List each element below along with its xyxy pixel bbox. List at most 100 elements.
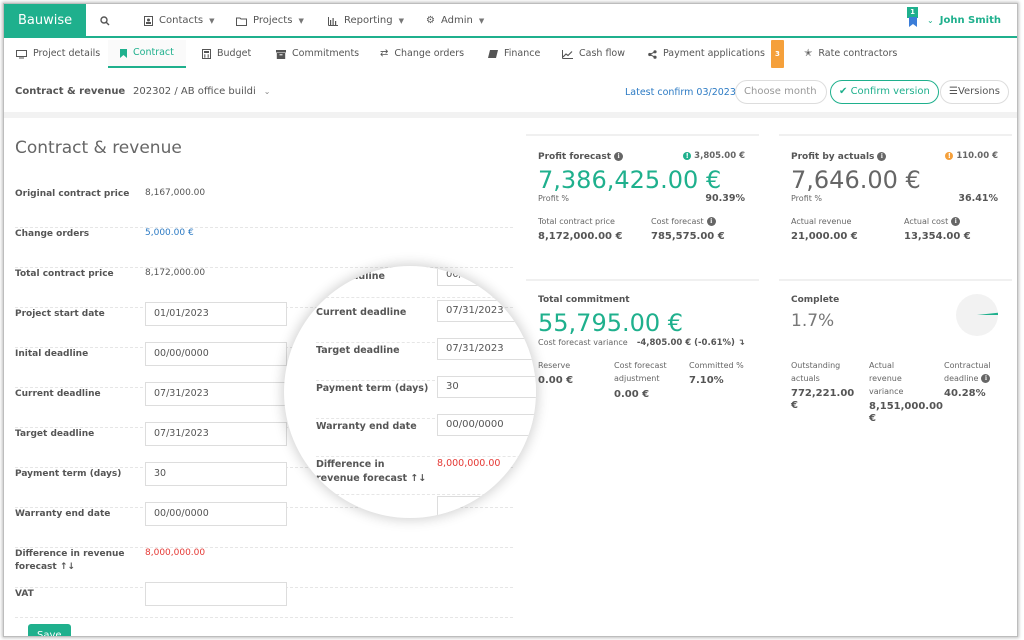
- field-label: Total contract price: [15, 269, 114, 279]
- lens-row-warranty-end-date: Warranty end date 00/00/0000: [316, 414, 536, 457]
- lens-row-initial-deadline: adline 00/00/0000: [316, 266, 536, 298]
- profit-pct-label: Profit %: [791, 194, 823, 203]
- info-icon[interactable]: i: [877, 152, 887, 161]
- nav-projects-label: Projects: [253, 15, 293, 26]
- confirm-version-button[interactable]: ✔ Confirm version: [830, 80, 939, 104]
- caret-down-icon: ▼: [478, 17, 485, 25]
- current-deadline-input[interactable]: 07/31/2023: [145, 382, 287, 406]
- profit-pct-label: Profit %: [538, 194, 570, 203]
- field-label: VAT: [15, 589, 34, 599]
- calculator-icon: [202, 49, 211, 59]
- tab-project-details[interactable]: Project details: [4, 40, 112, 68]
- outstanding-actuals-label: Outstanding actuals: [791, 361, 841, 383]
- section-title: Contract & revenue: [15, 86, 126, 97]
- profit-pct-value: 90.39%: [705, 193, 745, 204]
- nav-reporting[interactable]: Reporting ▼: [328, 4, 404, 38]
- tab-commitments[interactable]: Commitments: [264, 40, 371, 68]
- profit-pct-value: 36.41%: [958, 193, 998, 204]
- tab-rate-contractors[interactable]: ✭ Rate contractors: [792, 40, 909, 68]
- notifications-button[interactable]: 1: [907, 7, 918, 27]
- actual-cost-label: Actual cost i: [904, 215, 961, 228]
- cost-forecast-variance-label: Cost forecast variance: [538, 338, 628, 347]
- actual-revenue-label: Actual revenue: [791, 217, 852, 226]
- field-label: Project start date: [15, 309, 105, 319]
- tab-budget[interactable]: Budget: [190, 40, 263, 68]
- row-change-orders: Change orders 5,000.00 €: [15, 228, 513, 268]
- share-icon: [648, 49, 657, 59]
- brand-logo[interactable]: Bauwise: [4, 4, 86, 38]
- info-icon[interactable]: i: [981, 374, 991, 383]
- user-menu[interactable]: ⌄ John Smith: [927, 4, 1001, 38]
- vat-input[interactable]: [145, 582, 287, 606]
- profit-forecast-label: Profit forecast i: [538, 152, 624, 162]
- cost-forecast-adjustment-label: Cost forecast adjustment: [614, 361, 667, 383]
- versions-button[interactable]: ☰Versions: [940, 80, 1009, 104]
- nav-contacts[interactable]: Contacts ▼: [144, 4, 215, 38]
- gear-icon: ⚙: [426, 15, 435, 26]
- save-button[interactable]: Save: [28, 624, 71, 636]
- tab-cash-flow[interactable]: Cash flow: [550, 40, 637, 68]
- warranty-end-date-input[interactable]: 00/00/0000: [145, 502, 287, 526]
- choose-month-input[interactable]: Choose month: [735, 80, 827, 104]
- field-label: Current deadline: [15, 389, 101, 399]
- initial-deadline-input[interactable]: 00/00/0000: [145, 342, 287, 366]
- project-selector-value: 202302 / AB office buildi: [133, 86, 256, 97]
- tab-finance[interactable]: Finance: [476, 40, 552, 68]
- caret-down-icon: ▼: [209, 17, 215, 25]
- actual-revenue-value: 21,000.00 €: [791, 231, 858, 242]
- difference-revenue-forecast-value: 8,000,000.00: [145, 548, 206, 558]
- bar-chart-icon: [328, 16, 338, 26]
- tab-change-orders[interactable]: ⇄ Change orders: [368, 40, 476, 68]
- versions-label: Versions: [957, 86, 1000, 97]
- committed-pct-label: Committed %: [689, 361, 744, 370]
- profit-forecast-alert[interactable]: ! 3,805.00 €: [683, 150, 745, 163]
- project-start-date-input[interactable]: 01/01/2023: [145, 302, 287, 326]
- tab-label: Contract: [133, 47, 174, 58]
- profit-actuals-alert[interactable]: ! 110.00 €: [945, 150, 998, 163]
- project-tabs: Project details Contract Budget Commitme…: [4, 40, 1017, 68]
- confirm-version-label: Confirm version: [850, 86, 930, 97]
- nav-admin[interactable]: ⚙ Admin ▼: [426, 4, 484, 38]
- folder-icon: [236, 17, 247, 26]
- tab-payment-applications[interactable]: Payment applications 3: [636, 40, 796, 68]
- notification-count: 1: [907, 7, 918, 18]
- payment-term-input[interactable]: 30: [145, 462, 287, 486]
- reserve-label: Reserve: [538, 361, 571, 370]
- cost-forecast-variance-value: -4,805.00 € (-0.61%) ↴: [636, 338, 745, 348]
- check-icon: ✔: [839, 86, 848, 97]
- alert-value: 3,805.00 €: [694, 151, 745, 161]
- page-title: Contract & revenue: [15, 138, 182, 158]
- nav-reporting-label: Reporting: [344, 15, 393, 26]
- tab-label: Payment applications: [663, 48, 765, 59]
- tab-label: Budget: [217, 48, 252, 59]
- info-icon[interactable]: i: [614, 152, 624, 161]
- lens-target-deadline-input: 07/31/2023: [437, 338, 536, 360]
- lens-row-difference-revenue-forecast: Difference in revenue forecast ↑↓ 8,000,…: [316, 458, 536, 495]
- user-name: John Smith: [939, 15, 1001, 26]
- money-icon: [488, 50, 498, 58]
- profit-forecast-value: 7,386,425.00 €: [538, 166, 722, 194]
- nav-projects[interactable]: Projects ▼: [236, 4, 304, 38]
- profit-forecast-card: Profit forecast i ! 3,805.00 € 7,386,425.0…: [526, 134, 759, 264]
- info-icon[interactable]: i: [951, 217, 961, 226]
- lens-field-label: Warranty end date: [316, 421, 417, 432]
- project-selector[interactable]: 202302 / AB office buildi ⌄: [133, 86, 270, 97]
- app-window: Bauwise Contacts ▼ Projects ▼ Reporting ▼ ⚙…: [3, 3, 1018, 637]
- latest-confirm-link[interactable]: Latest confirm 03/2023: [625, 87, 736, 98]
- change-orders-link[interactable]: 5,000.00 €: [145, 228, 194, 238]
- sub-header: Contract & revenue 202302 / AB office bu…: [4, 68, 1017, 118]
- info-icon[interactable]: i: [706, 217, 716, 226]
- field-label: Inital deadline: [15, 349, 89, 359]
- total-contract-price-value: 8,172,000.00: [145, 268, 206, 278]
- lens-payment-term-input: 30: [437, 376, 536, 398]
- tab-label: Commitments: [292, 48, 360, 59]
- actual-cost-label-text: Actual cost: [904, 217, 949, 226]
- total-contract-price-value: 8,172,000.00 €: [538, 231, 623, 242]
- search-button[interactable]: [100, 4, 110, 38]
- profit-actuals-label: Profit by actuals i: [791, 152, 887, 162]
- tab-contract[interactable]: Contract: [108, 40, 186, 68]
- actual-revenue-variance-value: 8,151,000.00 €: [869, 401, 944, 424]
- bookmark-icon: [120, 48, 127, 58]
- caret-down-icon: ▼: [298, 17, 304, 25]
- target-deadline-input[interactable]: 07/31/2023: [145, 422, 287, 446]
